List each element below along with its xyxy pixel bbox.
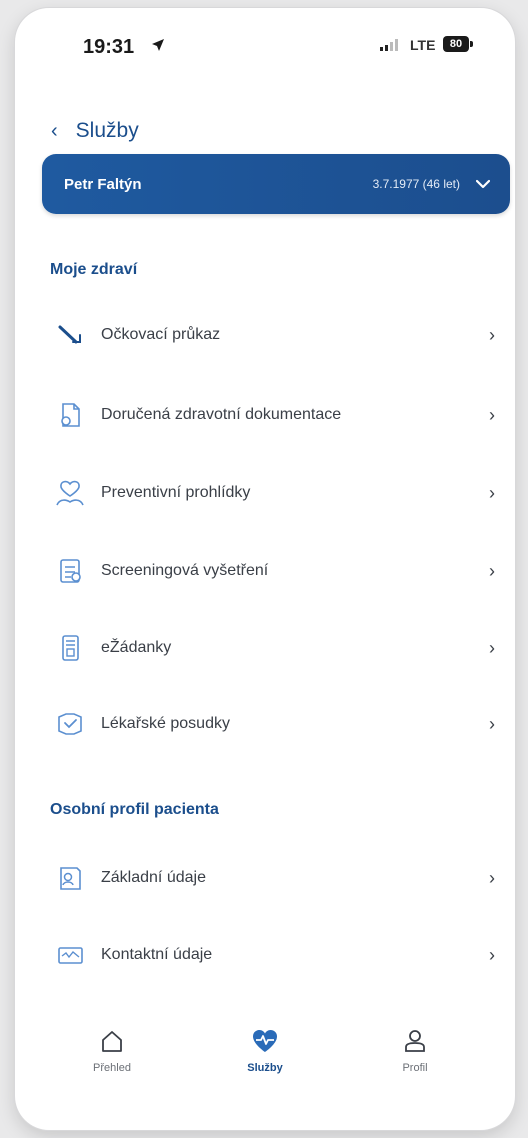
menu-item-e-requests[interactable]: eŽádanky › (35, 618, 513, 678)
checkup-icon (53, 476, 87, 510)
tab-label: Přehled (93, 1062, 131, 1074)
menu-item-label: Doručená zdravotní dokumentace (101, 406, 342, 423)
menu-item-label: Screeningová vyšetření (101, 562, 269, 579)
heart-pulse-icon (253, 1030, 277, 1052)
network-type: LTE (410, 37, 436, 53)
menu-item-label: Kontaktní údaje (101, 946, 213, 963)
chevron-right-icon: › (489, 560, 495, 581)
menu-item-vaccination-card[interactable]: Očkovací průkaz › (35, 305, 513, 365)
section-title-my-health: Moje zdraví (50, 261, 138, 278)
home-icon (102, 1031, 122, 1052)
document-icon (53, 398, 87, 432)
tab-label: Služby (247, 1062, 283, 1074)
contact-card-icon (53, 938, 87, 972)
status-bar: 19:31 LTE 80 (15, 8, 515, 118)
signal-icon (380, 39, 398, 51)
menu-item-label: eŽádanky (101, 639, 172, 656)
chevron-right-icon: › (489, 637, 495, 658)
patient-birthdate: 3.7.1977 (46 let) (372, 177, 460, 191)
section-title-patient-profile: Osobní profil pacienta (50, 801, 219, 818)
chevron-right-icon: › (489, 867, 495, 888)
chevron-right-icon: › (489, 404, 495, 425)
menu-item-label: Základní údaje (101, 869, 206, 886)
profile-card-icon (53, 861, 87, 895)
tab-services[interactable]: Služby (205, 1028, 325, 1074)
tab-label: Profil (402, 1062, 428, 1074)
menu-item-label: Očkovací průkaz (101, 326, 221, 343)
menu-item-contact-info[interactable]: Kontaktní údaje › (35, 925, 513, 985)
phone-screen: 19:31 LTE 80 ‹ Služby Petr Faltýn 3.7.19… (15, 8, 515, 1130)
menu-item-screening-exams[interactable]: Screeningová vyšetření › (35, 541, 513, 601)
request-form-icon (53, 631, 87, 665)
medical-report-icon (53, 707, 87, 741)
chevron-right-icon: › (489, 324, 495, 345)
patient-selector[interactable]: Petr Faltýn 3.7.1977 (46 let) (42, 154, 510, 214)
page-title: Služby (75, 119, 139, 142)
menu-item-label: Preventivní prohlídky (101, 484, 251, 501)
screening-icon (53, 554, 87, 588)
patient-name: Petr Faltýn (64, 175, 142, 193)
tab-profile[interactable]: Profil (355, 1028, 475, 1074)
syringe-icon (53, 318, 87, 352)
user-icon (405, 1030, 425, 1052)
location-arrow-icon (152, 39, 164, 51)
menu-item-label: Lékařské posudky (101, 715, 230, 732)
chevron-right-icon: › (489, 713, 495, 734)
chevron-right-icon: › (489, 944, 495, 965)
menu-item-health-documentation[interactable]: Doručená zdravotní dokumentace › (35, 385, 513, 445)
menu-item-medical-reports[interactable]: Lékařské posudky › (35, 694, 513, 754)
chevron-left-icon: ‹ (51, 119, 58, 142)
chevron-right-icon: › (489, 482, 495, 503)
battery-icon: 80 (443, 36, 473, 52)
back-button[interactable]: ‹ Služby (51, 116, 139, 146)
chevron-down-icon (476, 179, 490, 189)
status-time: 19:31 (83, 36, 135, 58)
menu-item-preventive-checkups[interactable]: Preventivní prohlídky › (35, 463, 513, 523)
tab-overview[interactable]: Přehled (52, 1028, 172, 1074)
menu-item-basic-info[interactable]: Základní údaje › (35, 848, 513, 908)
bottom-tab-bar: Přehled Služby Profil (15, 1018, 515, 1098)
